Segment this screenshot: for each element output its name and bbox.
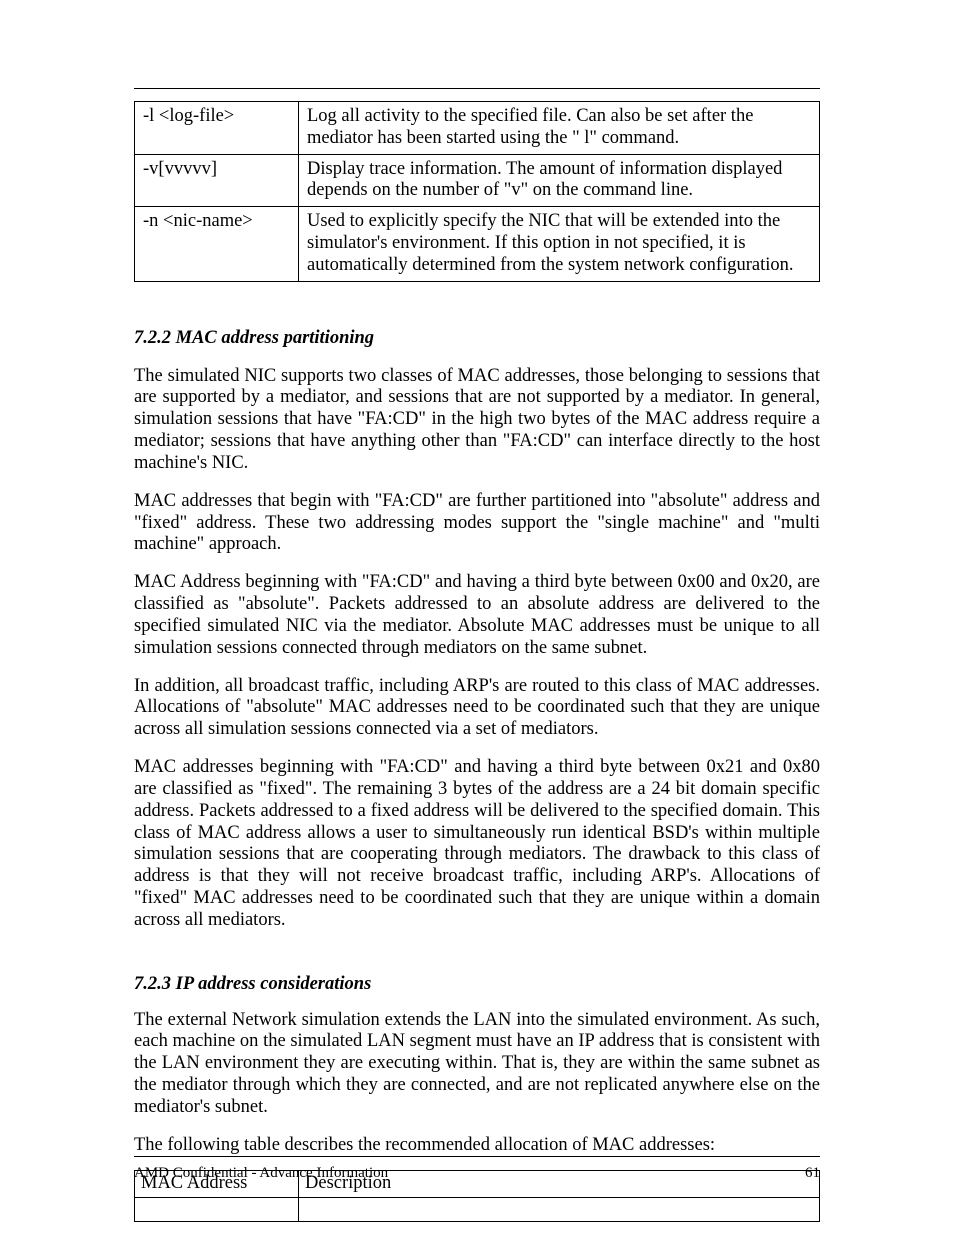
option-desc: Used to explicitly specify the NIC that … xyxy=(299,207,820,281)
body-paragraph: The external Network simulation extends … xyxy=(134,1010,820,1119)
footer-left: AMD Confidential - Advance Information xyxy=(134,1165,388,1183)
section-heading: 7.2.3 IP address considerations xyxy=(134,974,820,996)
body-paragraph: MAC Address beginning with "FA:CD" and h… xyxy=(134,572,820,659)
option-desc: Display trace information. The amount of… xyxy=(299,154,820,207)
section-heading: 7.2.2 MAC address partitioning xyxy=(134,328,820,350)
footer-rule xyxy=(134,1156,820,1157)
table-row xyxy=(135,1198,820,1222)
table-cell xyxy=(135,1198,299,1222)
table-cell xyxy=(299,1198,820,1222)
table-row: -v[vvvvv] Display trace information. The… xyxy=(135,154,820,207)
table-row: -l <log-file> Log all activity to the sp… xyxy=(135,102,820,155)
option-name: -n <nic-name> xyxy=(135,207,299,281)
option-desc: Log all activity to the specified file. … xyxy=(299,102,820,155)
body-paragraph: The simulated NIC supports two classes o… xyxy=(134,366,820,475)
top-rule xyxy=(134,88,820,89)
body-paragraph: MAC addresses beginning with "FA:CD" and… xyxy=(134,757,820,932)
page-footer: AMD Confidential - Advance Information 6… xyxy=(134,1165,820,1183)
body-paragraph: The following table describes the recomm… xyxy=(134,1135,820,1157)
options-table: -l <log-file> Log all activity to the sp… xyxy=(134,101,820,282)
table-row: -n <nic-name> Used to explicitly specify… xyxy=(135,207,820,281)
body-paragraph: In addition, all broadcast traffic, incl… xyxy=(134,676,820,741)
option-name: -v[vvvvv] xyxy=(135,154,299,207)
option-name: -l <log-file> xyxy=(135,102,299,155)
body-paragraph: MAC addresses that begin with "FA:CD" ar… xyxy=(134,491,820,556)
footer-page-number: 61 xyxy=(805,1165,820,1183)
